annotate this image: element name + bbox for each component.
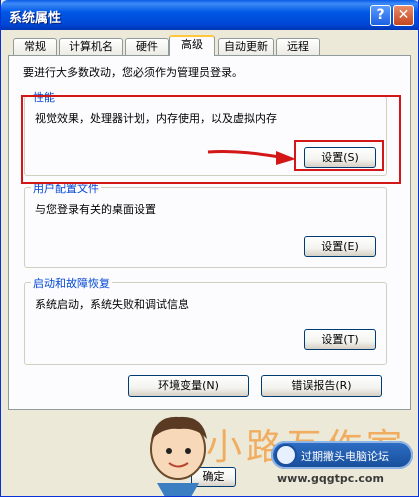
- tab-hardware[interactable]: 硬件: [125, 38, 169, 55]
- startup-recovery-group-title: 启动和故障恢复: [31, 275, 112, 291]
- tab-general[interactable]: 常规: [13, 38, 57, 55]
- environment-variables-button[interactable]: 环境变量(N): [128, 375, 249, 397]
- forum-badge-text: 过期撇头电脑论坛: [301, 450, 389, 463]
- red-arrow-icon: [207, 149, 296, 165]
- tab-automatic-updates[interactable]: 自动更新: [218, 38, 274, 55]
- tab-strip: 常规 计算机名 硬件 高级 自动更新 远程: [9, 35, 409, 56]
- user-profiles-settings-button[interactable]: 设置(E): [304, 236, 376, 257]
- watermark-url: www.gqgtpc.com: [277, 472, 384, 485]
- tab-remote[interactable]: 远程: [276, 38, 320, 55]
- forum-globe-icon: [275, 444, 297, 466]
- title-bar[interactable]: 系统属性 ? ✕: [1, 0, 418, 30]
- startup-recovery-settings-button[interactable]: 设置(T): [304, 329, 376, 350]
- help-button[interactable]: ?: [370, 5, 391, 26]
- tab-computer-name[interactable]: 计算机名: [59, 38, 123, 55]
- startup-recovery-group: 启动和故障恢复 系统启动，系统失败和调试信息: [24, 275, 387, 365]
- system-properties-window: 系统属性 ? ✕ 常规 计算机名 硬件 高级 自动更新 远程 要进行大多数改动，…: [0, 0, 419, 497]
- tab-advanced[interactable]: 高级: [169, 35, 215, 56]
- mascot-logo-icon: [150, 416, 207, 496]
- close-button[interactable]: ✕: [393, 5, 414, 26]
- user-profiles-description: 与您登录有关的桌面设置: [35, 203, 156, 216]
- settings-highlight-box: [294, 140, 384, 171]
- window-title: 系统属性: [9, 11, 62, 26]
- startup-recovery-description: 系统启动，系统失败和调试信息: [35, 298, 189, 311]
- forum-badge: 过期撇头电脑论坛: [271, 441, 413, 469]
- admin-notice: 要进行大多数改动，您必须作为管理员登录。: [23, 66, 243, 79]
- error-reporting-button[interactable]: 错误报告(R): [261, 375, 382, 397]
